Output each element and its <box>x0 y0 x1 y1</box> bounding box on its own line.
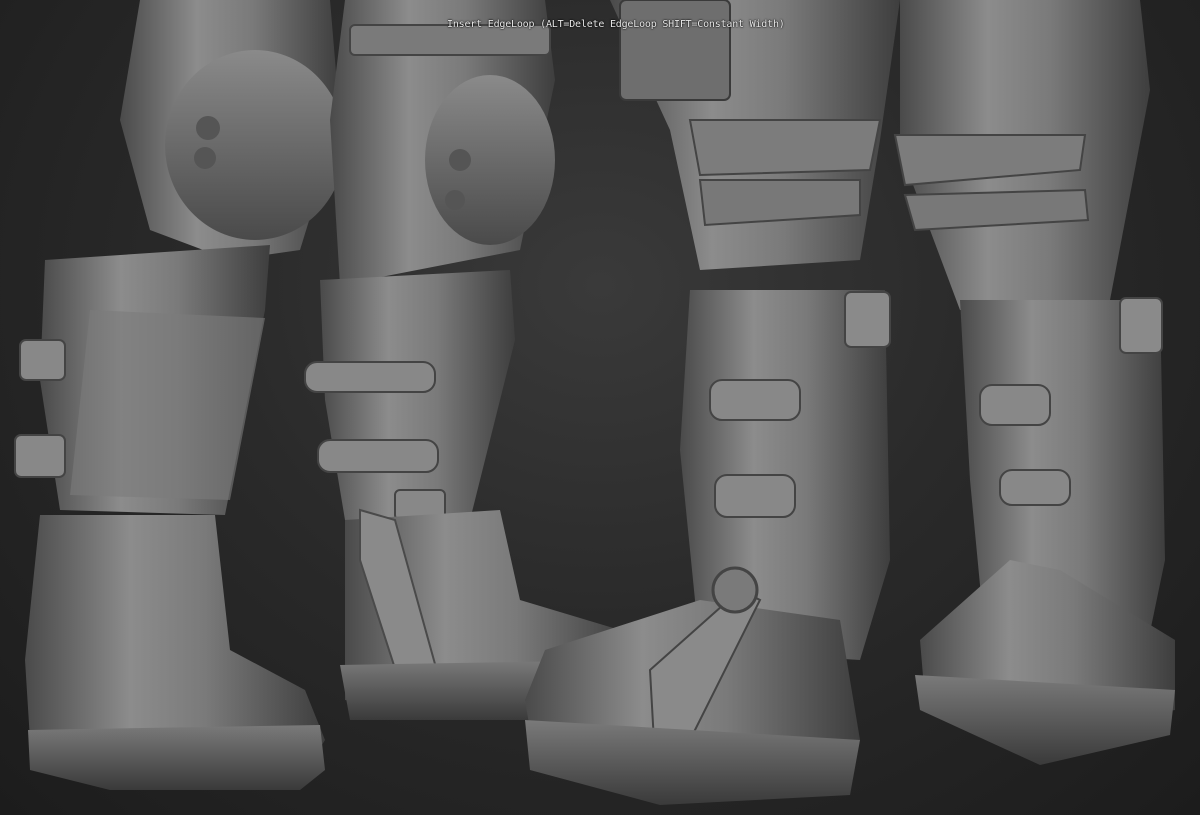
boot-right-rear <box>893 0 1175 765</box>
boot-right-front <box>525 0 900 805</box>
sculpt-model[interactable] <box>0 0 1200 815</box>
boot-left-inner <box>304 0 630 720</box>
boot-left-outer <box>14 0 345 790</box>
knee-pad-left <box>165 50 345 240</box>
knee-pad-right <box>425 75 555 245</box>
tool-hint-text: Insert EdgeLoop (ALT=Delete EdgeLoop SHI… <box>447 19 785 30</box>
sculpt-viewport[interactable]: Insert EdgeLoop (ALT=Delete EdgeLoop SHI… <box>0 0 1200 815</box>
